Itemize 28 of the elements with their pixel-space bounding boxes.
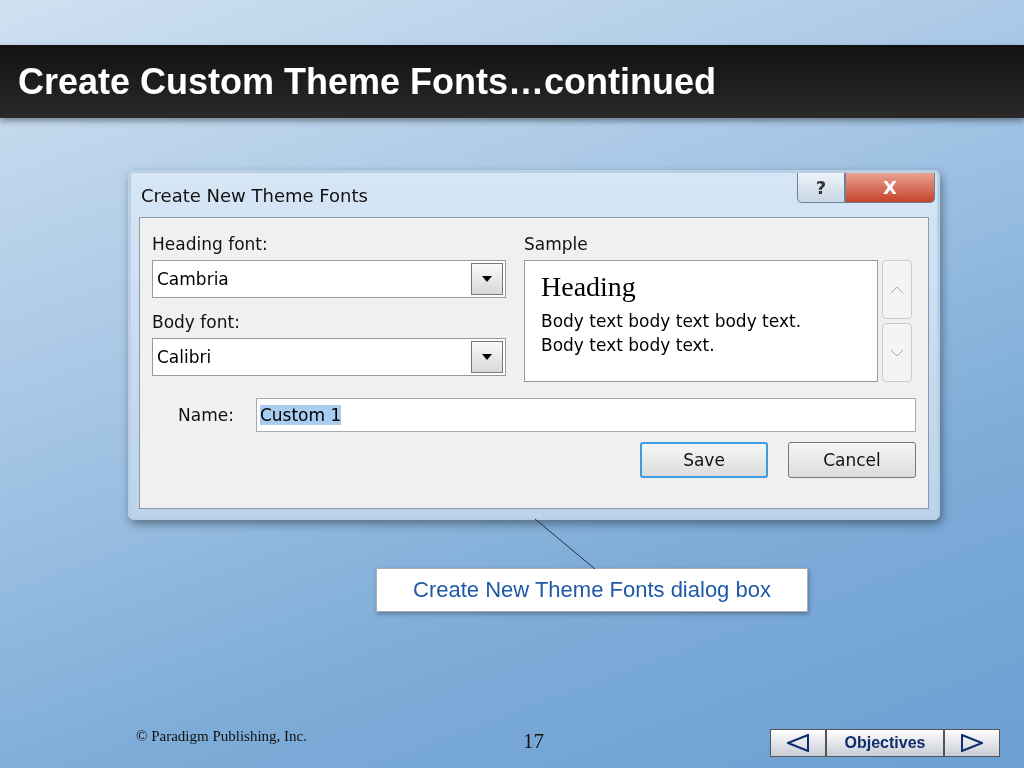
dialog-button[interactable]: Cancel [788, 442, 916, 478]
field-label: Name: [178, 405, 234, 425]
sample-text: Body text body text. [541, 334, 716, 357]
next-button[interactable] [944, 729, 1000, 757]
left-triangle-icon [787, 734, 809, 752]
help-button[interactable]: ? [797, 173, 845, 203]
dialog-title: Create New Theme Fonts [141, 185, 368, 206]
chevron-up-icon [890, 285, 904, 294]
field-label: Body font: [152, 312, 241, 332]
name-field[interactable]: Custom 1 [255, 398, 916, 432]
objectives-button[interactable]: Objectives [826, 729, 944, 757]
page-number: 17 [523, 729, 544, 754]
right-triangle-icon [961, 734, 983, 752]
slide-title: Create Custom Theme Fonts…continued [18, 60, 717, 103]
caret-icon [471, 341, 503, 373]
field-label: Sample [524, 234, 589, 254]
previous-button[interactable] [770, 729, 826, 757]
copyright-text: © Paradigm Publishing, Inc. [136, 728, 307, 745]
dropdown[interactable]: Calibri [152, 338, 506, 376]
caret-icon [471, 263, 503, 295]
caption-text: Create New Theme Fonts dialog box [413, 577, 771, 603]
chevron-down-icon [890, 348, 904, 357]
dialog-button[interactable]: Save [640, 442, 768, 478]
name-value: Custom 1 [259, 405, 342, 425]
field-label: Heading font: [152, 234, 269, 254]
dropdown[interactable]: Cambria [152, 260, 506, 298]
sample-heading: Heading [541, 271, 637, 303]
sample-text: Body text body text body text. [541, 310, 803, 333]
